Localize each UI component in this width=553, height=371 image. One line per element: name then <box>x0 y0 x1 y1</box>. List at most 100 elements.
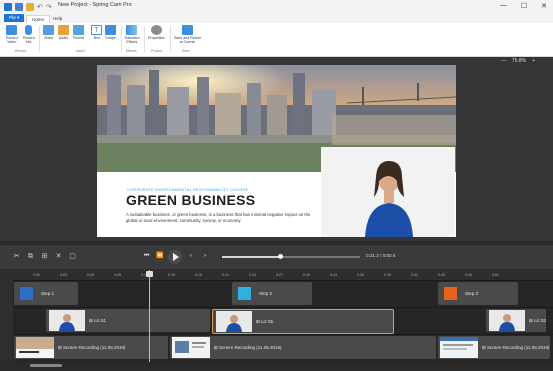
play-icon <box>173 253 179 261</box>
copy-icon[interactable]: ⧉ <box>26 252 35 261</box>
ruler-tick-label: 0:21 <box>222 273 229 277</box>
ruler-tick-label: 0:48 <box>465 273 472 277</box>
properties-button[interactable]: Properties <box>148 25 164 40</box>
audio-icon <box>58 25 69 35</box>
save-return-button[interactable]: Save and Return to Course <box>174 25 201 44</box>
gear-icon <box>150 25 162 35</box>
ruler-tick-label: 0:18 <box>195 273 202 277</box>
recording-clip-name: Screen Recording (11.08.2019) <box>487 345 550 350</box>
slide-headline[interactable]: GREEN BUSINESS <box>126 192 255 208</box>
save-return-label: Save and Return to Course <box>174 36 201 44</box>
audio-button[interactable]: Audio <box>58 25 69 40</box>
group-label-save: Save <box>182 49 190 53</box>
ruler-tick-label: 0:27 <box>276 273 283 277</box>
paste-icon[interactable]: ⊞ <box>40 252 49 261</box>
step-clip[interactable]: Step 1 <box>14 282 78 305</box>
video-clip[interactable]: ⊞ Liz 01 <box>46 309 210 332</box>
skip-back-icon[interactable]: ⏮ <box>144 251 149 261</box>
playhead-line <box>149 270 150 362</box>
text-button[interactable]: T Text <box>91 25 102 40</box>
seek-bar-progress <box>222 256 280 258</box>
tab-help[interactable]: Help <box>48 15 67 23</box>
step-clip[interactable]: Step 2 <box>232 282 312 305</box>
video-clip-selected[interactable]: ⊞ Liz 05 <box>212 309 394 334</box>
video-icon <box>43 25 54 35</box>
recording-clip[interactable]: ⊞ Screen Recording (11.08.2019) <box>438 336 550 359</box>
playhead-handle[interactable] <box>146 271 153 277</box>
step-label: Step 3 <box>465 291 479 296</box>
ruler-tick-label: 0:33 <box>330 273 337 277</box>
timeline-scrollbar[interactable] <box>0 362 553 371</box>
picture-button[interactable]: Picture <box>73 25 84 40</box>
ruler-tick-label: 0:42 <box>411 273 418 277</box>
video-label: Video <box>43 36 54 40</box>
ruler-tick-label: 0:03 <box>60 273 67 277</box>
ribbon-separator <box>121 26 122 52</box>
transition-effects-label: Transition Effects <box>124 36 140 44</box>
title-bar: ↶ ↷ New Project - Spring Cam Pro — ☐ ✕ <box>0 0 553 14</box>
recording-clip-name: Screen Recording (11.08.2019) <box>219 345 282 350</box>
clip-thumbnail <box>172 337 210 358</box>
zoom-in-button[interactable]: + <box>532 58 535 64</box>
track-header <box>0 280 13 307</box>
zoom-out-button[interactable]: — <box>501 58 506 64</box>
shape-button[interactable]: Shape <box>105 25 116 40</box>
clip-thumbnail <box>489 310 525 331</box>
clip-thumbnail <box>216 311 252 332</box>
recording-clip[interactable]: ⊞ Screen Recording (11.08.2019) <box>170 336 436 359</box>
slide[interactable]: CORPORATE ENVIRONMENTAL RESPONSIBILITY C… <box>97 65 456 237</box>
transition-effects-icon <box>126 25 138 35</box>
properties-label: Properties <box>148 36 165 40</box>
ruler-tick-label: 0:15 <box>168 273 175 277</box>
chevron-right-icon[interactable]: › <box>204 251 206 261</box>
ruler-tick-label: 0:24 <box>249 273 256 277</box>
transition-effects-button[interactable]: Transition Effects <box>124 25 140 44</box>
recording-clip-label: ⊞ Screen Recording (11.08.2019) <box>214 345 282 350</box>
recording-clip-name: Screen Recording (11.08.2019) <box>63 345 126 350</box>
step-label: Step 1 <box>41 291 55 296</box>
save-icon[interactable] <box>15 3 23 11</box>
step-clip[interactable]: Step 3 <box>438 282 518 305</box>
video-clip-name: Liz 02 <box>534 318 547 323</box>
app-window: ↶ ↷ New Project - Spring Cam Pro — ☐ ✕ F… <box>0 0 553 371</box>
ruler-tick-label: 0:06 <box>87 273 94 277</box>
recording-clip-label: ⊞ Screen Recording (11.08.2019) <box>482 345 550 350</box>
step-color-swatch <box>238 287 251 300</box>
file-menu-button[interactable]: File ▾ <box>4 14 24 22</box>
step-back-icon[interactable]: ⏪ <box>156 251 163 261</box>
ruler-tick-label: 0:36 <box>357 273 364 277</box>
zoom-value[interactable]: 75.8% <box>512 58 526 64</box>
text-label: Text <box>93 36 100 40</box>
text-icon: T <box>91 25 102 35</box>
folder-icon[interactable] <box>26 3 34 11</box>
video-button[interactable]: Video <box>43 25 54 40</box>
save-return-icon <box>181 25 193 35</box>
maximize-button[interactable]: ☐ <box>521 2 527 10</box>
record-mic-button[interactable]: Record Mic <box>23 25 35 44</box>
redo-icon[interactable]: ↷ <box>46 3 52 11</box>
record-video-button[interactable]: Record Video <box>6 25 18 44</box>
recording-clip[interactable]: ⊞ Screen Recording (11.08.2019) <box>14 336 168 359</box>
group-label-effects: Effects <box>126 49 137 53</box>
ribbon-separator <box>39 26 40 52</box>
ribbon-separator <box>144 26 145 52</box>
close-button[interactable]: ✕ <box>541 2 547 10</box>
timeline-scrollbar-thumb[interactable] <box>30 364 62 367</box>
slide-body-text[interactable]: A sustainable business, or green busines… <box>126 212 316 223</box>
play-button[interactable] <box>168 250 182 264</box>
undo-icon[interactable]: ↶ <box>37 3 43 11</box>
video-clip[interactable]: ⊞ Liz 02 <box>486 309 546 332</box>
cut-icon[interactable]: ✂ <box>12 252 21 261</box>
track-header <box>0 307 13 334</box>
presenter-video[interactable] <box>321 147 455 237</box>
ruler-tick-label: 0:39 <box>384 273 391 277</box>
presenter-figure <box>321 147 455 237</box>
seek-handle[interactable] <box>278 254 283 259</box>
chevron-left-icon[interactable]: ‹ <box>190 251 192 261</box>
crop-icon[interactable]: ▢ <box>68 252 77 261</box>
minimize-button[interactable]: — <box>500 2 507 10</box>
delete-icon[interactable]: ✕ <box>54 252 63 261</box>
shape-icon <box>105 25 116 35</box>
recording-clip-label: ⊞ Screen Recording (11.08.2019) <box>58 345 126 350</box>
picture-label: Picture <box>73 36 85 40</box>
